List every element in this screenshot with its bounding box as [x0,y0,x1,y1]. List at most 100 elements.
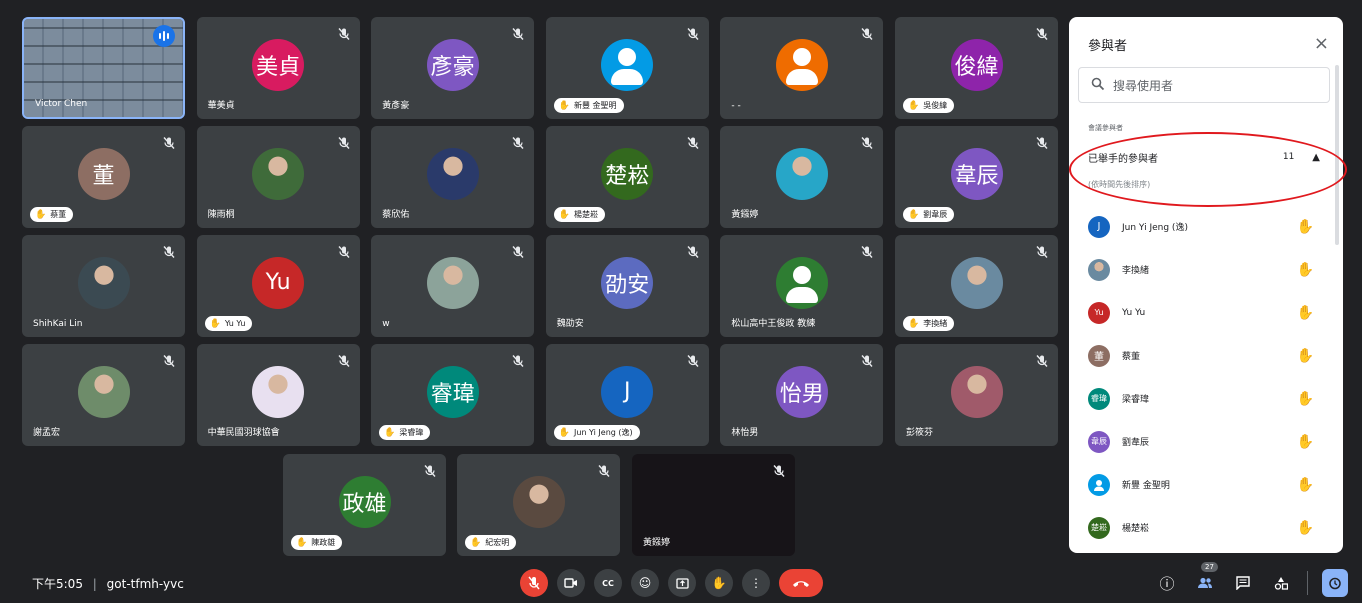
participant-tile[interactable]: ✋ 紀宏明 [457,454,620,556]
host-controls-icon[interactable] [1322,569,1348,597]
participant-tile[interactable]: 松山高中王俊政 教練 [720,235,884,337]
mic-muted-icon [597,463,611,477]
participant-name: 蔡董 [50,210,67,219]
raised-hand-badge: ✋ 梁睿瑋 [379,425,431,440]
meeting-info: 下午5:05 | got-tfmh-yvc [32,577,184,591]
participant-name: 蔡欣佑 [382,210,410,220]
participant-name: 新豐 金聖明 [1122,481,1170,491]
participant-tile[interactable]: 楚崧 ✋ 楊楚崧 [545,126,709,228]
person-icon [776,257,828,309]
participant-tile[interactable]: Victor Chen [22,17,185,119]
raised-hand-icon: ✋ [1296,390,1314,407]
participant-tile[interactable]: 劭安 魏劭安 [545,235,709,337]
search-input[interactable]: 搜尋使用者 [1078,67,1330,103]
participant-tile[interactable]: 怡男 林怡男 [720,344,884,446]
avatar-photo [426,147,479,200]
avatar-photo [77,365,130,418]
section-label: 會議參與者 [1088,124,1123,132]
participant-tile[interactable]: 睿瑋 ✋ 梁睿瑋 [371,344,535,446]
chat-icon[interactable] [1231,569,1255,597]
participant-name: Yu Yu [224,319,246,328]
clock-time: 下午5:05 [32,577,83,591]
avatar: 董 [77,147,130,200]
participant-row[interactable]: Yu Yu Yu ✋ [1088,291,1318,334]
participant-row[interactable]: 李換緒 ✋ [1088,248,1318,291]
raised-hand-badge: ✋ 陳政雄 [291,535,343,550]
info-icon[interactable]: ⓘ [1155,569,1179,597]
participant-row[interactable]: 新豐 金聖明 ✋ [1088,463,1318,506]
mic-muted-icon [1035,244,1049,258]
present-icon[interactable] [668,569,696,597]
raised-hand-badge: ✋ Yu Yu [204,316,253,331]
hand-icon: ✋ [558,100,571,111]
participant-tile[interactable]: J ✋ Jun Yi Jeng (逸) [545,344,709,446]
participant-row[interactable]: J Jun Yi Jeng (逸) ✋ [1088,205,1318,248]
participant-tile[interactable]: ✋ 李換緒 [895,235,1058,337]
close-icon[interactable]: × [1314,33,1329,54]
participant-row[interactable]: 韋辰 劉韋辰 ✋ [1088,420,1318,463]
participant-name: 李換緒 [1122,266,1150,276]
participant-name: 中華民國羽球協會 [207,428,280,438]
more-options-icon[interactable]: ⋮ [742,569,770,597]
emoji-icon[interactable]: ☺ [631,569,659,597]
participant-name: 梁睿瑋 [1122,395,1150,405]
participant-tile[interactable]: 黃鏹婷 [632,454,795,556]
scrollbar[interactable] [1335,65,1339,245]
participant-tile[interactable]: ✋ 新豐 金聖明 [545,17,709,119]
avatar: 楚崧 [601,147,654,200]
participant-tile[interactable]: 俊緯 ✋ 吳俊緯 [895,17,1058,119]
participant-tile[interactable]: w [371,235,535,337]
panel-title: 參與者 [1088,39,1128,54]
avatar-photo [950,256,1003,309]
camera-icon[interactable] [557,569,585,597]
mic-muted-icon [686,244,700,258]
raised-hand-icon: ✋ [1296,304,1314,321]
raised-hand-icon: ✋ [1296,433,1314,450]
participant-tile[interactable]: 美貞 華美貞 [196,17,360,119]
participant-tile[interactable]: 彥豪 黃彥豪 [371,17,535,119]
mic-off-icon[interactable] [520,569,548,597]
participant-row[interactable]: 睿瑋 梁睿瑋 ✋ [1088,377,1318,420]
mic-muted-icon [772,463,786,477]
avatar-photo [512,475,565,528]
avatar-photo [252,147,305,200]
activities-icon[interactable] [1269,569,1293,597]
participant-name: 黃鏹婷 [731,210,759,220]
captions-icon[interactable]: CC [594,569,622,597]
end-call-icon[interactable] [779,569,823,597]
avatar: 楚崧 [1088,516,1110,539]
participant-tile[interactable]: 謝孟宏 [22,344,185,446]
group-count: 11 [1282,152,1295,162]
participant-name: Victor Chen [35,99,88,109]
participant-tile[interactable]: - - [720,17,884,119]
mic-muted-icon [162,353,176,367]
participant-tile[interactable]: 黃鏹婷 [720,126,884,228]
participant-name: 華美貞 [207,101,235,111]
participant-tile[interactable]: ShihKai Lin [22,235,185,337]
hand-icon: ✋ [908,209,920,220]
participant-row[interactable]: 楚崧 楊楚崧 ✋ [1088,506,1318,549]
participant-tile[interactable]: Yu ✋ Yu Yu [196,235,360,337]
raised-hands-group[interactable]: 已舉手的參與者 11 ▲ [1078,142,1330,172]
people-icon[interactable]: 27 [1193,562,1218,597]
participant-tile[interactable]: 韋辰 ✋ 劉韋辰 [895,126,1058,228]
participant-name: ShihKai Lin [33,319,83,329]
raise-hand-icon[interactable]: ✋ [705,569,733,597]
participant-tile[interactable]: 蔡欣佑 [371,126,535,228]
participant-tile[interactable]: 中華民國羽球協會 [196,344,360,446]
mic-muted-icon [860,135,874,149]
mic-muted-icon [860,26,874,40]
participant-tile[interactable]: 政雄 ✋ 陳政雄 [283,454,446,556]
divider [1307,571,1308,595]
raised-hand-icon: ✋ [1296,261,1314,278]
mic-muted-icon [162,244,176,258]
participant-tile[interactable]: 董 ✋ 蔡董 [22,126,185,228]
search-placeholder: 搜尋使用者 [1113,78,1174,93]
participant-row[interactable]: 董 蔡董 ✋ [1088,334,1318,377]
participant-tile[interactable]: 彭筱芬 [895,344,1058,446]
participant-name: 謝孟宏 [33,428,61,438]
participant-name: 彭筱芬 [906,428,934,438]
participant-tile[interactable]: 陳雨桐 [196,126,360,228]
chevron-up-icon[interactable]: ▲ [1312,152,1320,163]
avatar: 韋辰 [1088,430,1110,453]
